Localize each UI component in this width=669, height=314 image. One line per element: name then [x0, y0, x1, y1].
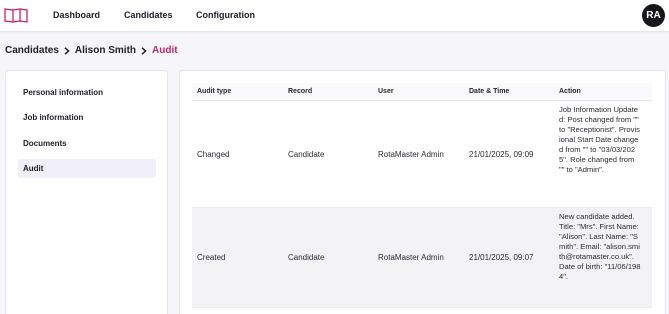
breadcrumb-candidates[interactable]: Candidates	[5, 45, 59, 56]
cell-record: Candidate	[288, 150, 325, 159]
cell-audit-type: Changed	[197, 150, 230, 159]
user-avatar[interactable]: RA	[642, 4, 665, 27]
avatar-initials: RA	[646, 10, 661, 21]
cell-date-time: 21/01/2025, 09:09	[469, 150, 534, 159]
table-header: Audit type Record User Date & Time Actio…	[192, 83, 652, 101]
cell-date-time: 21/01/2025, 09:07	[469, 253, 534, 262]
cell-action: New candidate added. Title: "Mrs". First…	[559, 212, 641, 281]
cell-audit-type: Created	[197, 253, 226, 262]
breadcrumb-current: Audit	[152, 45, 178, 56]
column-header-audit-type[interactable]: Audit type	[197, 88, 231, 95]
chevron-right-icon	[136, 46, 152, 56]
rotamaster-logo[interactable]	[4, 7, 28, 24]
cell-action: Job Information Updated: Post changed fr…	[559, 105, 640, 174]
chevron-right-icon	[59, 46, 75, 56]
sidebar-item-documents[interactable]: Documents	[18, 134, 156, 153]
nav-dashboard[interactable]: Dashboard	[53, 10, 100, 20]
sidebar-item-label: Audit	[23, 164, 44, 173]
nav-configuration[interactable]: Configuration	[196, 10, 255, 20]
column-header-user[interactable]: User	[378, 88, 394, 95]
sidebar-item-label: Documents	[23, 139, 67, 148]
table-row[interactable]: Changed Candidate RotaMaster Admin 21/01…	[192, 101, 652, 208]
audit-table: Audit type Record User Date & Time Actio…	[192, 83, 652, 314]
breadcrumb: Candidates Alison Smith Audit	[5, 44, 178, 57]
top-navigation-bar: Dashboard Candidates Configuration RA	[0, 0, 669, 32]
sidebar-item-job-information[interactable]: Job information	[18, 108, 156, 127]
cell-user: RotaMaster Admin	[378, 150, 444, 159]
sidebar-item-label: Personal information	[23, 88, 104, 97]
nav-candidates[interactable]: Candidates	[124, 10, 173, 20]
sidebar-item-label: Job information	[23, 113, 84, 122]
table-row[interactable]: Created Candidate RotaMaster Admin 21/01…	[192, 208, 652, 308]
cell-record: Candidate	[288, 253, 325, 262]
column-header-date-time[interactable]: Date & Time	[469, 88, 509, 95]
sidebar-item-personal-information[interactable]: Personal information	[18, 83, 156, 102]
column-header-record[interactable]: Record	[288, 88, 312, 95]
breadcrumb-candidate-name[interactable]: Alison Smith	[75, 45, 136, 56]
sidebar-item-audit[interactable]: Audit	[18, 159, 156, 178]
candidate-sidebar: Personal information Job information Doc…	[5, 70, 168, 314]
cell-user: RotaMaster Admin	[378, 253, 444, 262]
audit-panel: Audit type Record User Date & Time Actio…	[179, 70, 666, 314]
column-header-action[interactable]: Action	[559, 88, 581, 95]
